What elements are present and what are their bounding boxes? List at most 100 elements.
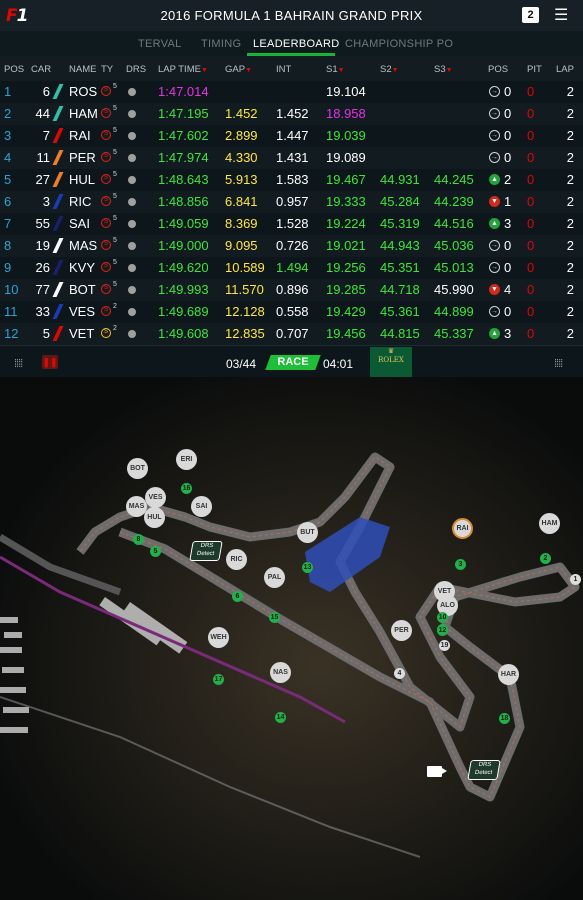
turn-marker-14: 14 <box>275 712 286 723</box>
lap-count: 2 <box>566 128 574 143</box>
col-s3[interactable]: S3▼ <box>434 64 453 75</box>
tyre-laps: 5 <box>113 171 117 178</box>
position-change: 4 <box>504 282 512 297</box>
table-row[interactable]: 3 7 RAI S 5 1:47.602 2.899 1.447 19.039 → 0 0 2 <box>0 125 583 147</box>
table-row[interactable]: 5 27 HUL S 5 1:48.643 5.913 1.583 19.467 44.931 44… <box>0 169 583 191</box>
team-color-stripe <box>52 238 64 253</box>
notification-badge[interactable]: 2 <box>522 7 539 23</box>
lap-count: 2 <box>566 304 574 319</box>
driver-marker-eri[interactable]: ERI <box>176 449 197 470</box>
sector-3: 44.516 <box>434 216 474 231</box>
table-row[interactable]: 6 3 RIC S 5 1:48.856 6.841 0.957 19.333 45.284 44.… <box>0 191 583 213</box>
col-pos[interactable]: POS <box>4 64 24 75</box>
team-color-stripe <box>52 128 64 143</box>
driver-marker-but[interactable]: BUT <box>297 522 318 543</box>
car-number: 44 <box>35 106 50 121</box>
col-lap[interactable]: LAP <box>556 64 574 75</box>
driver-name[interactable]: SAI <box>69 216 90 231</box>
driver-marker-ric[interactable]: RIC <box>226 549 247 570</box>
menu-icon[interactable]: ☰ <box>554 5 568 25</box>
position-change: 0 <box>504 84 512 99</box>
table-row[interactable]: 1 6 ROS S 5 1:47.014 19.104 → 0 0 2 <box>0 81 583 103</box>
drs-indicator-icon <box>128 88 136 96</box>
position-change-icon: → <box>489 86 500 97</box>
position: 12 <box>4 326 19 341</box>
driver-name[interactable]: HAM <box>69 106 98 121</box>
table-row[interactable]: 7 55 SAI S 5 1:49.059 8.369 1.528 19.224 45.319 44… <box>0 213 583 235</box>
tyre-compound-icon: S <box>101 108 111 118</box>
team-color-stripe <box>52 172 64 187</box>
driver-marker-bot[interactable]: BOT <box>127 458 148 479</box>
tyre-compound-icon: S <box>101 262 111 272</box>
sector-1: 19.285 <box>326 282 366 297</box>
tab-leaderboard[interactable]: LEADERBOARD <box>253 38 339 50</box>
col-int[interactable]: INT <box>276 64 291 75</box>
driver-marker-weh[interactable]: WEH <box>208 627 229 648</box>
col-car[interactable]: CAR <box>31 64 51 75</box>
position: 3 <box>4 128 12 143</box>
driver-marker-pal[interactable]: PAL <box>264 567 285 588</box>
driver-name[interactable]: BOT <box>69 282 96 297</box>
col-lap-time[interactable]: LAP TIME▼ <box>158 64 208 75</box>
tab-championship[interactable]: CHAMPIONSHIP PO <box>345 38 453 50</box>
col-pos-change[interactable]: POS <box>488 64 508 75</box>
driver-name[interactable]: HUL <box>69 172 95 187</box>
col-s2[interactable]: S2▼ <box>380 64 399 75</box>
col-gap[interactable]: GAP▼ <box>225 64 252 75</box>
position: 4 <box>4 150 12 165</box>
driver-name[interactable]: KVY <box>69 260 95 275</box>
tyre-laps: 5 <box>113 149 117 156</box>
driver-name[interactable]: VES <box>69 304 95 319</box>
sector-1: 18.958 <box>326 106 366 121</box>
tyre-compound-icon: S <box>101 218 111 228</box>
driver-marker-ham[interactable]: HAM <box>539 513 560 534</box>
col-drs[interactable]: DRS <box>126 64 146 75</box>
tyre-laps: 5 <box>113 237 117 244</box>
position-change: 0 <box>504 150 512 165</box>
table-row[interactable]: 10 77 BOT S 5 1:49.993 11.570 0.896 19.285 44.718… <box>0 279 583 301</box>
pit-stops: 0 <box>527 150 535 165</box>
table-row[interactable]: 2 44 HAM S 5 1:47.195 1.452 1.452 18.958 → 0 0 2 <box>0 103 583 125</box>
gap: 10.589 <box>225 260 265 275</box>
driver-marker-hul[interactable]: HUL <box>144 507 165 528</box>
driver-name[interactable]: MAS <box>69 238 97 253</box>
driver-name[interactable]: VET <box>69 326 94 341</box>
col-pit[interactable]: PIT <box>527 64 542 75</box>
interval: 1.494 <box>276 260 309 275</box>
driver-name[interactable]: RAI <box>69 128 91 143</box>
driver-name[interactable]: PER <box>69 150 96 165</box>
driver-marker-har[interactable]: HAR <box>498 664 519 685</box>
table-row[interactable]: 12 5 VET S 2 1:49.608 12.835 0.707 19.456 44.815 4… <box>0 323 583 345</box>
driver-name[interactable]: RIC <box>69 194 91 209</box>
table-row[interactable]: 11 33 VES S 2 1:49.689 12.128 0.558 19.429 45.361… <box>0 301 583 323</box>
table-row[interactable]: 8 19 MAS S 5 1:49.000 9.095 0.726 19.021 44.943 45… <box>0 235 583 257</box>
driver-marker-nas[interactable]: NAS <box>270 662 291 683</box>
col-tyre[interactable]: TY <box>101 64 113 75</box>
driver-marker-sai[interactable]: SAI <box>191 496 212 517</box>
position-change-icon: ▼ <box>489 284 500 295</box>
team-color-stripe <box>52 326 64 341</box>
table-row[interactable]: 4 11 PER S 5 1:47.974 4.330 1.431 19.089 → 0 0 2 <box>0 147 583 169</box>
driver-marker-ves[interactable]: VES <box>145 487 166 508</box>
driver-name[interactable]: ROS <box>69 84 97 99</box>
race-status-label: RACE <box>277 356 309 368</box>
driver-marker-per[interactable]: PER <box>391 620 412 641</box>
interval: 0.896 <box>276 282 309 297</box>
turn-marker-4: 4 <box>394 668 405 679</box>
col-name[interactable]: NAME <box>69 64 96 75</box>
camera-icon[interactable] <box>427 766 447 777</box>
tab-timing[interactable]: TIMING <box>201 38 241 50</box>
driver-marker-rai[interactable]: RAI <box>452 518 473 539</box>
grid-icon[interactable]: ⁞⁞⁞⁞ <box>14 358 23 370</box>
grid-icon-right[interactable]: ⁞⁞⁞⁞ <box>554 358 563 370</box>
position-change-icon: → <box>489 152 500 163</box>
position: 10 <box>4 282 19 297</box>
table-row[interactable]: 9 26 KVY S 5 1:49.620 10.589 1.494 19.256 45.351 4… <box>0 257 583 279</box>
turn-marker-8: 8 <box>133 534 144 545</box>
sector-3: 45.036 <box>434 238 474 253</box>
gap: 6.841 <box>225 194 258 209</box>
pause-icon[interactable]: ❚❚ <box>42 355 58 369</box>
track-map[interactable]: BOT ERI VES MAS HUL SAI BUT RIC PAL WEH … <box>0 377 583 900</box>
col-s1[interactable]: S1▼ <box>326 64 345 75</box>
tab-interval[interactable]: TERVAL <box>138 38 182 50</box>
